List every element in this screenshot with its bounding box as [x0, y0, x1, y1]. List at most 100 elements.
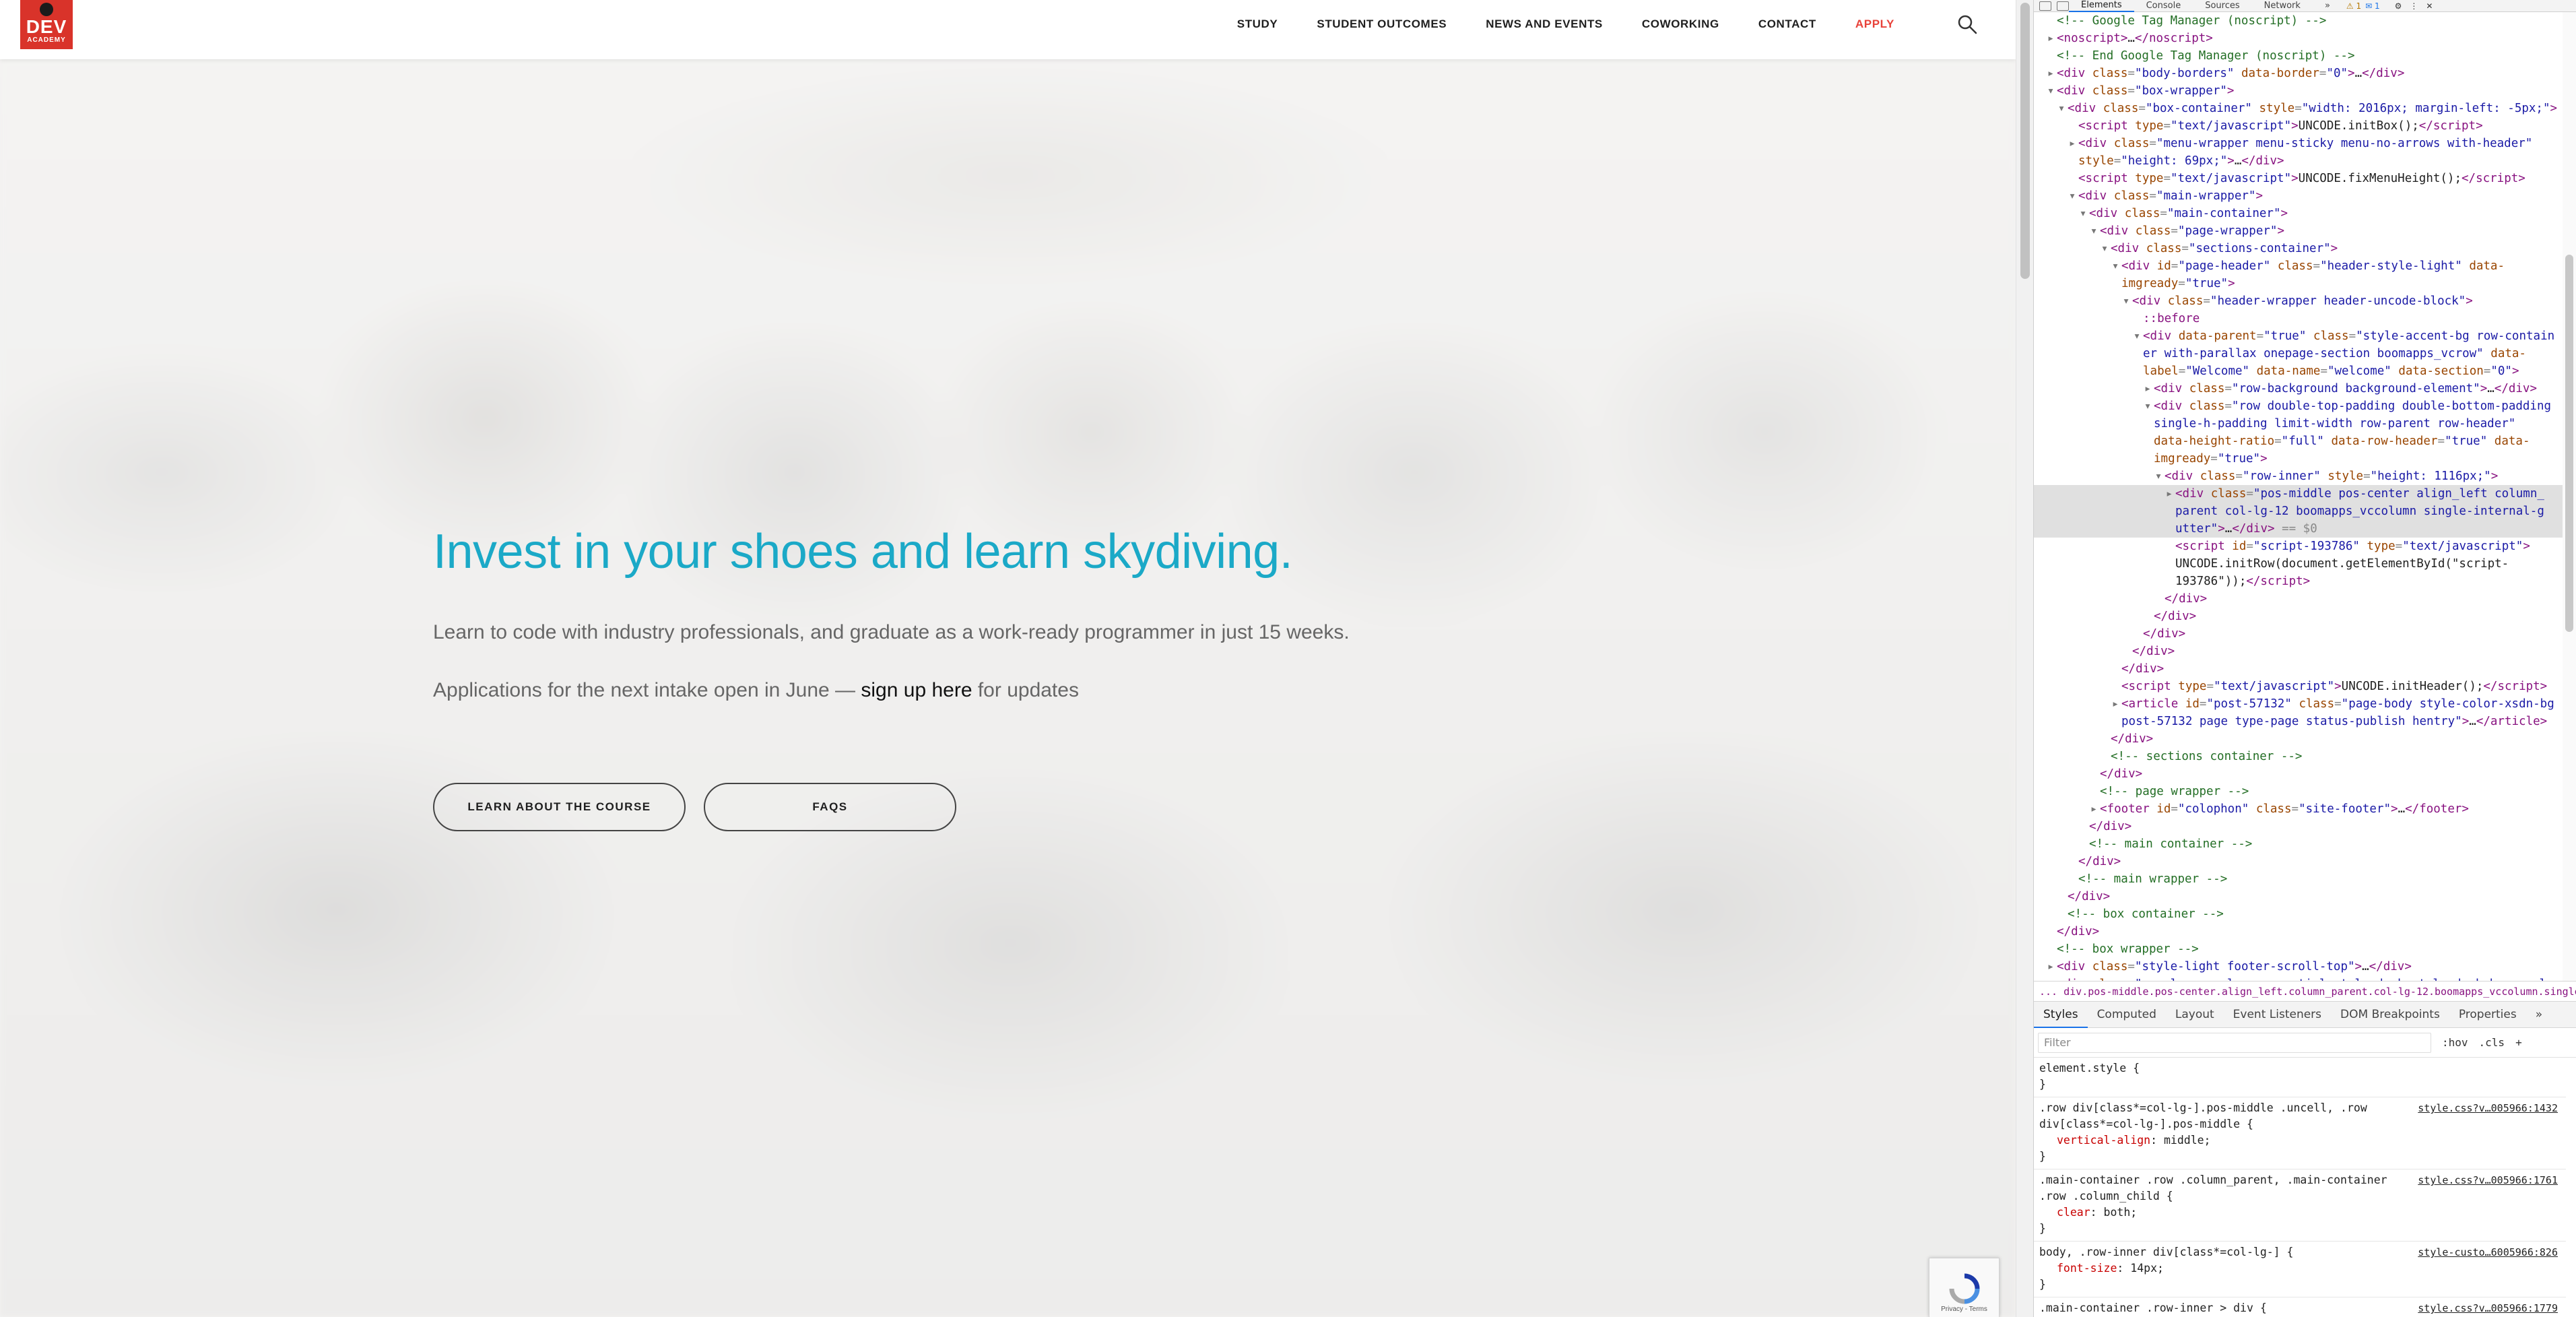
subtab-dom-breakpoints[interactable]: DOM Breakpoints [2331, 1001, 2449, 1028]
close-devtools-icon[interactable]: ✕ [2426, 1, 2433, 11]
dom-node-line[interactable]: <!-- Google Tag Manager (noscript) --> [2034, 12, 2563, 30]
class-toggle[interactable]: .cls [2479, 1036, 2505, 1049]
nav-item-student-outcomes[interactable]: STUDENT OUTCOMES [1317, 18, 1447, 31]
dom-node-line[interactable]: </div> [2034, 853, 2563, 870]
dom-node-line[interactable]: data-height-ratio="full" data-row-header… [2034, 432, 2563, 450]
dom-node-line[interactable]: ▾ <div data-parent="true" class="style-ac… [2034, 327, 2563, 345]
dom-tree[interactable]: <!-- Google Tag Manager (noscript) --> ▸ <… [2034, 12, 2563, 981]
css-property[interactable]: vertical-align: middle; [2039, 1132, 2561, 1149]
dom-node-line[interactable]: ▾ <div class="sections-container"> [2034, 240, 2563, 257]
dom-node-line[interactable]: post-57132 page type-page status-publish… [2034, 713, 2563, 730]
dom-node-line[interactable]: </div> [2034, 923, 2563, 940]
dom-node-line[interactable]: ▾ <div class="main-wrapper"> [2034, 187, 2563, 205]
expand-toggle-icon[interactable]: ▾ [2099, 240, 2111, 257]
dom-node-line[interactable]: ▸ <noscript>…</noscript> [2034, 30, 2563, 47]
dom-node-line[interactable]: <script type="text/javascript">UNCODE.fi… [2034, 170, 2563, 187]
nav-item-apply[interactable]: APPLY [1855, 18, 1894, 31]
dom-node-line[interactable]: <script type="text/javascript">UNCODE.in… [2034, 117, 2563, 135]
dom-tree-scroll-thumb[interactable] [2565, 255, 2573, 632]
dom-node-line[interactable]: ▸ <div class="menu-wrapper menu-sticky me… [2034, 135, 2563, 152]
dom-node-line[interactable]: </div> [2034, 888, 2563, 905]
dom-node-line[interactable]: <!-- End Google Tag Manager (noscript) -… [2034, 47, 2563, 65]
dom-node-line[interactable]: </div> [2034, 818, 2563, 835]
page-scroll-thumb[interactable] [2020, 3, 2030, 279]
dom-node-line[interactable]: single-h-padding limit-width row-parent … [2034, 415, 2563, 432]
css-rule[interactable]: .main-container .row .column_parent, .ma… [2034, 1169, 2566, 1242]
dom-node-line[interactable]: ▾ <div class="row-inner" style="height: 1… [2034, 468, 2563, 485]
css-property-value[interactable]: middle; [2164, 1134, 2211, 1147]
hover-state-toggle[interactable]: :hov [2442, 1036, 2468, 1049]
sign-up-link[interactable]: sign up here [861, 679, 972, 701]
tab-console[interactable]: Console [2134, 1, 2193, 11]
expand-toggle-icon[interactable]: ▸ [2109, 695, 2121, 713]
expand-toggle-icon[interactable]: ▾ [2055, 100, 2068, 117]
dom-node-line[interactable]: ▸ <article id="post-57132" class="page-bo… [2034, 695, 2563, 713]
dom-node-line[interactable]: <script id="script-193786" type="text/ja… [2034, 538, 2563, 555]
tab-sources[interactable]: Sources [2193, 1, 2251, 11]
expand-toggle-icon[interactable]: ▾ [2077, 205, 2089, 222]
dom-node-line[interactable]: </div> [2034, 643, 2563, 660]
css-property-name[interactable]: font-size [2057, 1262, 2117, 1275]
dom-node-line[interactable]: </div> [2034, 730, 2563, 748]
dom-node-line[interactable]: ▾ <div class="row double-top-padding doub… [2034, 397, 2563, 415]
subtab-layout[interactable]: Layout [2166, 1001, 2224, 1028]
dom-node-line[interactable]: <!-- box container --> [2034, 905, 2563, 923]
expand-toggle-icon[interactable]: ▾ [2152, 468, 2165, 485]
expand-toggle-icon[interactable]: ▾ [2088, 222, 2100, 240]
search-icon[interactable] [1956, 13, 1978, 35]
subtab-event-listeners[interactable]: Event Listeners [2224, 1001, 2331, 1028]
more-subtabs-icon[interactable]: » [2526, 1001, 2552, 1028]
subtab-properties[interactable]: Properties [2449, 1001, 2526, 1028]
css-property-name[interactable]: clear [2057, 1206, 2090, 1219]
styles-filter-input[interactable]: Filter [2038, 1032, 2431, 1053]
expand-toggle-icon[interactable]: ▾ [2120, 292, 2132, 310]
expand-toggle-icon[interactable]: ▸ [2142, 380, 2154, 397]
expand-toggle-icon[interactable]: ▾ [2142, 397, 2154, 415]
dom-node-line[interactable]: ▸ <footer id="colophon" class="site-foote… [2034, 800, 2563, 818]
expand-toggle-icon[interactable]: ▸ [2045, 30, 2057, 47]
css-rule[interactable]: element.style {} [2034, 1058, 2566, 1097]
dom-node-line[interactable]: </div> [2034, 590, 2563, 608]
dom-node-line[interactable]: ▸<div class="overlay overlay-sequential … [2034, 975, 2563, 981]
nav-item-coworking[interactable]: COWORKING [1642, 18, 1719, 31]
dom-node-line[interactable]: ▾ <div id="page-header" class="header-sty… [2034, 257, 2563, 275]
css-property-value[interactable]: both; [2104, 1206, 2138, 1219]
expand-toggle-icon[interactable]: ▸ [2163, 485, 2175, 503]
expand-toggle-icon[interactable]: ▸ [2045, 958, 2057, 975]
css-property-value[interactable]: 14px; [2130, 1262, 2164, 1275]
css-selector[interactable]: element.style { [2039, 1060, 2561, 1077]
expand-toggle-icon[interactable]: ▸ [2045, 65, 2057, 82]
dom-node-line[interactable]: </div> [2034, 765, 2563, 783]
css-rule[interactable]: .row div[class*=col-lg-].pos-middle .unc… [2034, 1097, 2566, 1169]
warning-count-badge[interactable]: ⚠ 1 [2346, 1, 2361, 11]
css-property[interactable]: font-size: 14px; [2039, 1260, 2561, 1277]
expand-toggle-icon[interactable]: ▸ [2066, 135, 2078, 152]
dom-node-line[interactable]: <!-- main container --> [2034, 835, 2563, 853]
dom-node-line[interactable]: er with-parallax onepage-section boomapp… [2034, 345, 2563, 362]
subtab-computed[interactable]: Computed [2088, 1001, 2166, 1028]
dom-node-line[interactable]: <script type="text/javascript">UNCODE.in… [2034, 678, 2563, 695]
dom-node-line[interactable]: parent col-lg-12 boomapps_vccolumn singl… [2034, 503, 2563, 520]
dom-node-line[interactable]: imgready="true"> [2034, 275, 2563, 292]
dom-node-line[interactable]: utter">…</div> == $0 [2034, 520, 2563, 538]
dom-node-line[interactable]: ::before [2034, 310, 2563, 327]
nav-item-news-and-events[interactable]: NEWS AND EVENTS [1486, 18, 1603, 31]
expand-toggle-icon[interactable]: ▸ [2045, 975, 2057, 981]
more-options-icon[interactable]: ⋮ [2410, 1, 2418, 11]
dom-node-line[interactable]: ▸ <div class="body-borders" data-border="… [2034, 65, 2563, 82]
dom-node-line[interactable]: ▾ <div class="page-wrapper"> [2034, 222, 2563, 240]
dom-node-line[interactable]: ▾ <div class="header-wrapper header-uncod… [2034, 292, 2563, 310]
css-source-link[interactable]: style.css?v…005966:1779 [2418, 1300, 2558, 1316]
learn-about-course-button[interactable]: LEARN ABOUT THE COURSE [433, 783, 686, 832]
dom-node-line[interactable]: <!-- page wrapper --> [2034, 783, 2563, 800]
css-property[interactable]: clear: both; [2039, 1204, 2561, 1221]
page-scrollbar[interactable] [2016, 0, 2033, 1317]
dom-node-line[interactable]: <!-- box wrapper --> [2034, 940, 2563, 958]
expand-toggle-icon[interactable]: ▾ [2131, 327, 2143, 345]
css-source-link[interactable]: style.css?v…005966:1432 [2418, 1100, 2558, 1116]
element-breadcrumb[interactable]: ... div.pos-middle.pos-center.align_left… [2034, 981, 2576, 1001]
css-rule[interactable]: body, .row-inner div[class*=col-lg-] {st… [2034, 1242, 2566, 1297]
tab-network[interactable]: Network [2252, 1, 2313, 11]
settings-gear-icon[interactable]: ⚙ [2395, 1, 2402, 11]
dom-node-line[interactable]: ▸ <div class="pos-middle pos-center align… [2034, 485, 2563, 503]
